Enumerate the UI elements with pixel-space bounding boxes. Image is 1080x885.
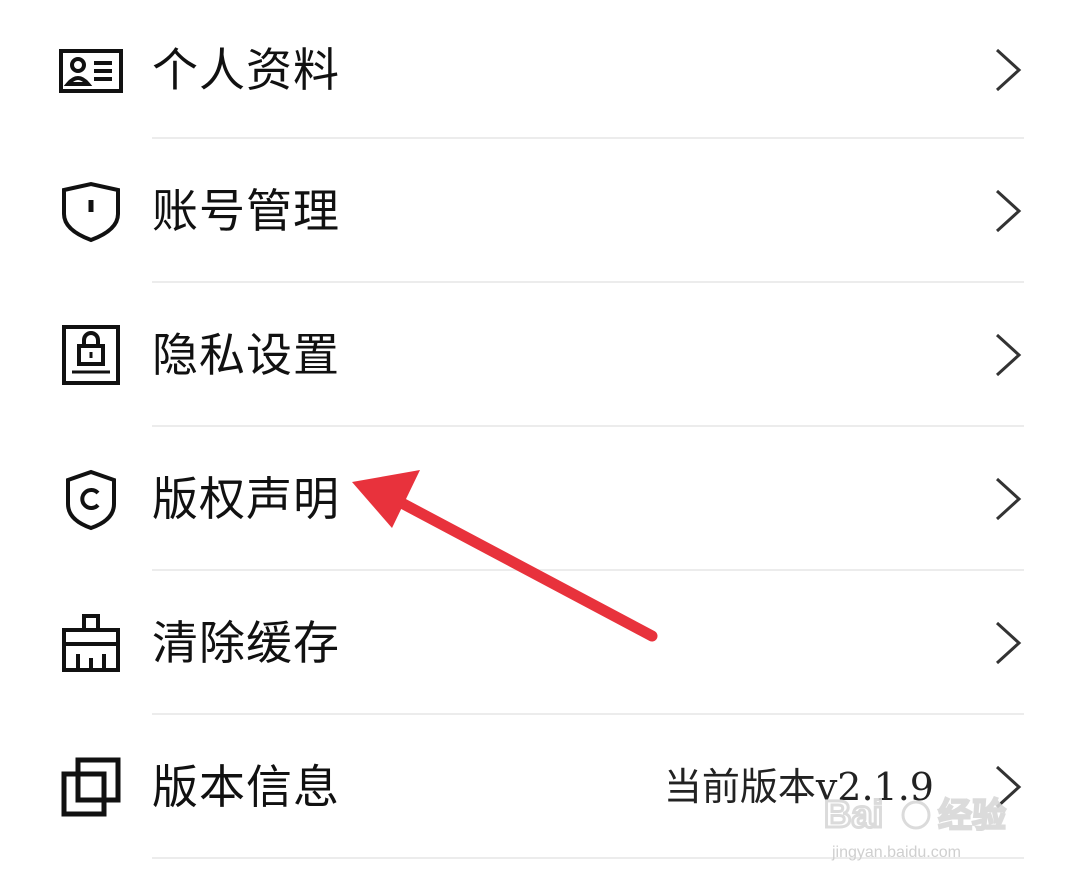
svg-text:经验: 经验 [938, 796, 1006, 836]
menu-item-clear-cache[interactable]: 清除缓存 [0, 571, 1080, 715]
overlap-squares-icon [58, 754, 124, 820]
menu-item-account[interactable]: 账号管理 [0, 139, 1080, 283]
svg-text:Bai: Bai [824, 794, 883, 836]
menu-item-copyright[interactable]: 版权声明 [0, 427, 1080, 571]
settings-menu: 个人资料 账号管理 隐私设置 版权声明 清除缓存 版本信息 当前版本v2.1.9 [0, 0, 1080, 859]
menu-item-label: 版权声明 [152, 472, 340, 526]
menu-item-label: 清除缓存 [152, 616, 340, 670]
menu-item-privacy[interactable]: 隐私设置 [0, 283, 1080, 427]
chevron-right-icon [992, 331, 1024, 379]
menu-item-label: 隐私设置 [152, 328, 340, 382]
chevron-right-icon [992, 187, 1024, 235]
broom-icon [58, 610, 124, 676]
chevron-right-icon [992, 46, 1024, 94]
menu-item-label: 账号管理 [152, 184, 340, 238]
svg-text:jingyan.baidu.com: jingyan.baidu.com [831, 844, 961, 861]
menu-item-label: 个人资料 [152, 42, 340, 97]
copyright-shield-icon [58, 466, 124, 532]
menu-item-profile[interactable]: 个人资料 [0, 0, 1080, 139]
privacy-lock-icon [58, 322, 124, 388]
baidu-watermark-logo: Bai 经验 jingyan.baidu.com [820, 785, 1020, 865]
profile-card-icon [58, 37, 124, 103]
chevron-right-icon [992, 475, 1024, 523]
shield-icon [58, 178, 124, 244]
chevron-right-icon [992, 619, 1024, 667]
menu-item-label: 版本信息 [152, 760, 340, 814]
